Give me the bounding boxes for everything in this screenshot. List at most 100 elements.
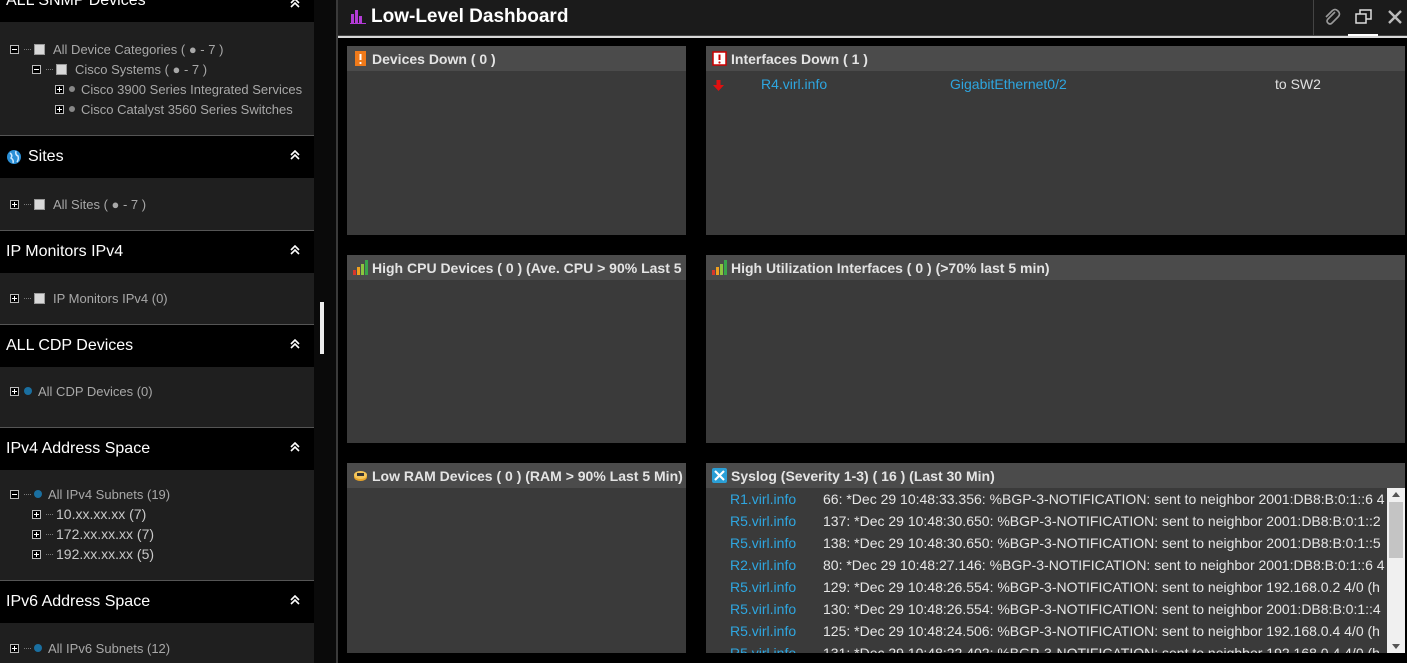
syslog-row[interactable]: R5.virl.info 137: *Dec 29 10:48:30.650: %… [706, 510, 1405, 532]
window-restore-icon[interactable] [1354, 7, 1374, 27]
tree-item-label[interactable]: All Device Categories ( ● - 7 ) [53, 42, 223, 57]
signal-bars-icon [712, 260, 727, 275]
syslog-icon [712, 468, 727, 483]
expand-toggle[interactable] [55, 84, 64, 94]
tree-item-label[interactable]: 10.xx.xx.xx (7) [56, 506, 146, 522]
paperclip-icon[interactable] [1322, 7, 1342, 27]
left-sidebar: ALL SNMP Devices All Device Categories (… [0, 0, 314, 663]
panel-title: Syslog (Severity 1-3) ( 16 ) (Last 30 Mi… [731, 467, 995, 484]
panel-syslog: Syslog (Severity 1-3) ( 16 ) (Last 30 Mi… [706, 463, 1405, 653]
syslog-scrollbar[interactable] [1387, 488, 1405, 653]
bullet-icon [69, 106, 75, 112]
section-header-cdp-devices[interactable]: ALL CDP Devices [0, 325, 314, 367]
tree-item[interactable]: Cisco Catalyst 3560 Series Switches [55, 100, 293, 118]
section-header-ipv4-space[interactable]: IPv4 Address Space [0, 428, 314, 470]
panel-header: Devices Down ( 0 ) [347, 46, 686, 71]
syslog-host-link[interactable]: R5.virl.info [730, 623, 796, 639]
expand-toggle[interactable] [32, 509, 41, 519]
section-title: IP Monitors IPv4 [6, 243, 124, 260]
scrollbar-thumb[interactable] [1389, 502, 1403, 558]
expand-toggle[interactable] [32, 529, 41, 539]
tree-item[interactable]: Cisco Systems ( ● - 7 ) [32, 60, 207, 78]
tree-item[interactable]: Cisco 3900 Series Integrated Services [55, 80, 302, 98]
interface-description: to SW2 [1275, 76, 1321, 92]
syslog-row[interactable]: R2.virl.info 80: *Dec 29 10:48:27.146: %B… [706, 554, 1405, 576]
tree-item-label[interactable]: 172.xx.xx.xx (7) [56, 526, 154, 542]
tree-item-label[interactable]: All CDP Devices (0) [38, 384, 153, 399]
tree-item-label[interactable]: 192.xx.xx.xx (5) [56, 546, 154, 562]
tree-item[interactable]: 192.xx.xx.xx (5) [32, 545, 154, 563]
syslog-host-link[interactable]: R5.virl.info [730, 601, 796, 617]
collapse-toggle[interactable] [10, 44, 19, 54]
section-header-sites[interactable]: Sites [0, 136, 314, 178]
collapse-icon[interactable] [290, 595, 300, 607]
tree-item-label[interactable]: Cisco Catalyst 3560 Series Switches [81, 102, 293, 117]
collapse-icon[interactable] [290, 339, 300, 351]
syslog-row[interactable]: R5.virl.info 130: *Dec 29 10:48:26.554: %… [706, 598, 1405, 620]
section-title: ALL CDP Devices [6, 337, 134, 354]
page-title: Low-Level Dashboard [371, 6, 569, 27]
table-row[interactable]: R4.virl.info GigabitEthernet0/2 to SW2 [706, 74, 1405, 94]
scroll-down-icon[interactable] [1392, 644, 1400, 649]
sidebar-scrollbar-thumb[interactable] [320, 302, 324, 354]
tree-item[interactable]: 172.xx.xx.xx (7) [32, 525, 154, 543]
syslog-host-link[interactable]: R2.virl.info [730, 557, 796, 573]
collapse-icon[interactable] [290, 442, 300, 454]
tree-item[interactable]: 10.xx.xx.xx (7) [32, 505, 146, 523]
tree-item[interactable]: All IPv6 Subnets (12) [10, 639, 170, 657]
panel-low-ram: Low RAM Devices ( 0 ) (RAM > 90% Last 5 … [347, 463, 686, 653]
section-header-snmp-devices[interactable]: ALL SNMP Devices [0, 0, 314, 22]
scroll-up-icon[interactable] [1392, 492, 1400, 497]
syslog-message: 137: *Dec 29 10:48:30.650: %BGP-3-NOTIFI… [823, 513, 1381, 529]
expand-toggle[interactable] [55, 104, 64, 114]
dashboard-titlebar: Low-Level Dashboard [338, 0, 1407, 36]
expand-toggle[interactable] [10, 643, 19, 653]
interface-name-link[interactable]: GigabitEthernet0/2 [950, 76, 1067, 92]
syslog-row[interactable]: R5.virl.info 138: *Dec 29 10:48:30.650: %… [706, 532, 1405, 554]
syslog-row[interactable]: R5.virl.info 125: *Dec 29 10:48:24.506: %… [706, 620, 1405, 642]
tree-item-label[interactable]: All IPv6 Subnets (12) [48, 641, 170, 656]
syslog-row[interactable]: R1.virl.info 66: *Dec 29 10:48:33.356: %B… [706, 488, 1405, 510]
bar-chart-icon [350, 10, 366, 24]
close-icon[interactable] [1385, 7, 1405, 27]
tree-item-label[interactable]: All Sites ( ● - 7 ) [53, 197, 146, 212]
syslog-host-link[interactable]: R5.virl.info [730, 645, 796, 653]
panel-devices-down: Devices Down ( 0 ) [347, 46, 686, 235]
syslog-host-link[interactable]: R5.virl.info [730, 513, 796, 529]
tree-item[interactable]: All Sites ( ● - 7 ) [10, 195, 146, 213]
tree-item[interactable]: All Device Categories ( ● - 7 ) [10, 40, 223, 58]
syslog-message: 129: *Dec 29 10:48:26.554: %BGP-3-NOTIFI… [823, 579, 1380, 595]
interface-host-link[interactable]: R4.virl.info [761, 76, 827, 92]
section-header-ip-monitors[interactable]: IP Monitors IPv4 [0, 231, 314, 273]
section-header-ipv6-space[interactable]: IPv6 Address Space [0, 581, 314, 623]
tree-item[interactable]: IP Monitors IPv4 (0) [10, 289, 168, 307]
tree-item-label[interactable]: All IPv4 Subnets (19) [48, 487, 170, 502]
collapse-icon[interactable] [290, 0, 300, 10]
syslog-host-link[interactable]: R5.virl.info [730, 579, 796, 595]
syslog-row[interactable]: R5.virl.info 129: *Dec 29 10:48:26.554: %… [706, 576, 1405, 598]
collapse-icon[interactable] [290, 150, 300, 162]
collapse-toggle[interactable] [10, 489, 19, 499]
syslog-host-link[interactable]: R1.virl.info [730, 491, 796, 507]
syslog-message: 131: *Dec 29 10:48:22.402: %BGP-3-NOTIFI… [823, 645, 1380, 653]
tree-item-label[interactable]: Cisco 3900 Series Integrated Services [81, 82, 302, 97]
expand-toggle[interactable] [10, 199, 19, 209]
panel-header: High CPU Devices ( 0 ) (Ave. CPU > 90% L… [347, 255, 686, 280]
panel-header: Low RAM Devices ( 0 ) (RAM > 90% Last 5 … [347, 463, 686, 488]
globe-icon [7, 150, 21, 164]
expand-toggle[interactable] [32, 549, 41, 559]
collapse-toggle[interactable] [32, 64, 41, 74]
expand-toggle[interactable] [10, 386, 19, 396]
tree-item-label[interactable]: IP Monitors IPv4 (0) [53, 291, 168, 306]
panel-title: Devices Down ( 0 ) [372, 50, 496, 67]
subnet-icon [34, 644, 42, 652]
section-body-sites: All Sites ( ● - 7 ) [0, 178, 314, 230]
tree-item[interactable]: All IPv4 Subnets (19) [10, 485, 170, 503]
tree-item-label[interactable]: Cisco Systems ( ● - 7 ) [75, 62, 207, 77]
syslog-list: R5.virl.info 131: *Dec 29 10:48:22.402: %… [706, 488, 1405, 653]
syslog-row[interactable]: R5.virl.info 131: *Dec 29 10:48:22.402: %… [706, 642, 1405, 653]
expand-toggle[interactable] [10, 293, 19, 303]
tree-item[interactable]: All CDP Devices (0) [10, 382, 153, 400]
syslog-host-link[interactable]: R5.virl.info [730, 535, 796, 551]
collapse-icon[interactable] [290, 245, 300, 257]
